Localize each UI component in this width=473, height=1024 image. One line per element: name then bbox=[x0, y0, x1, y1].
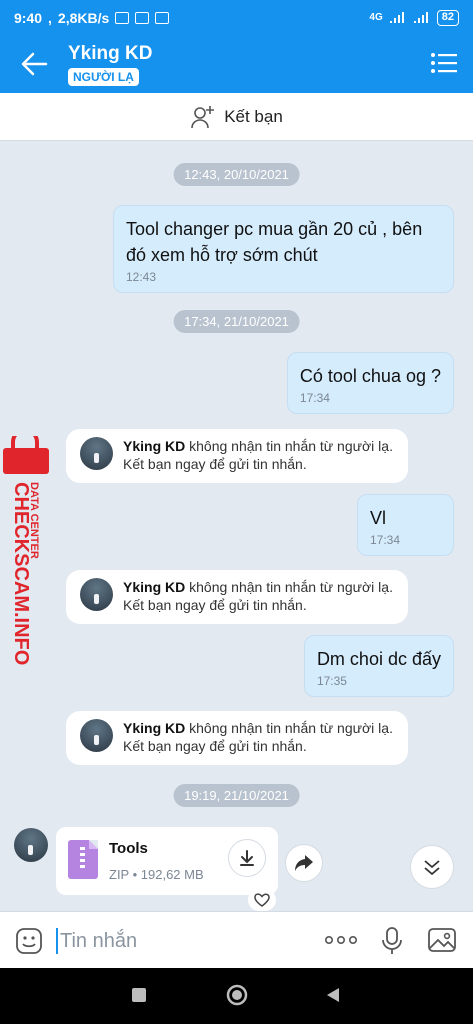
system-nav-bar bbox=[0, 968, 473, 1024]
back-nav-icon[interactable] bbox=[324, 986, 342, 1004]
more-icon[interactable] bbox=[324, 934, 358, 946]
chat-area[interactable]: 12:43, 20/10/2021 Tool changer pc mua gầ… bbox=[0, 141, 473, 911]
app-notification-icon bbox=[155, 11, 170, 24]
sticker-icon[interactable] bbox=[14, 926, 44, 956]
outgoing-message[interactable]: Vl 17:34 bbox=[357, 494, 454, 556]
back-arrow-icon[interactable] bbox=[18, 49, 50, 79]
notice-text: Kết bạn ngay để gửi tin nhắn. bbox=[123, 456, 307, 472]
message-text: đó xem hỗ trợ sớm chút bbox=[126, 245, 318, 265]
timestamp-pill: 19:19, 21/10/2021 bbox=[173, 784, 300, 807]
system-notice: Yking KD không nhận tin nhắn từ người lạ… bbox=[66, 570, 408, 624]
list-menu-icon[interactable] bbox=[431, 52, 457, 74]
notice-name: Yking KD bbox=[123, 438, 186, 454]
react-button[interactable] bbox=[248, 889, 276, 911]
scroll-down-icon bbox=[424, 860, 440, 876]
message-time: 17:35 bbox=[316, 674, 347, 688]
add-friend-icon bbox=[191, 105, 215, 128]
message-notification-icon bbox=[135, 11, 150, 24]
message-input[interactable]: Tin nhắn bbox=[56, 928, 137, 954]
system-notice: Yking KD không nhận tin nhắn từ người lạ… bbox=[66, 429, 408, 483]
message-text: Dm choi dc đấy bbox=[316, 649, 441, 669]
notice-text: không nhận tin nhắn từ người lạ. bbox=[185, 579, 393, 595]
system-notice: Yking KD không nhận tin nhắn từ người lạ… bbox=[66, 711, 408, 765]
status-time: 9:40 bbox=[14, 9, 43, 26]
status-speed: 2,8KB/s bbox=[57, 9, 110, 26]
scroll-to-bottom-button[interactable] bbox=[410, 845, 454, 889]
contact-avatar[interactable] bbox=[14, 828, 48, 862]
notice-name: Yking KD bbox=[123, 720, 186, 736]
file-message[interactable]: Tools ZIP • 192,62 MB bbox=[56, 827, 278, 895]
chat-header: Yking KD NGƯỜI LẠ bbox=[0, 35, 473, 93]
recents-icon[interactable] bbox=[130, 986, 148, 1004]
message-time: 17:34 bbox=[299, 391, 330, 405]
add-friend-bar[interactable]: Kết bạn bbox=[0, 93, 473, 141]
notice-text: không nhận tin nhắn từ người lạ. bbox=[185, 720, 393, 736]
message-input-bar: Tin nhắn bbox=[0, 911, 473, 968]
signal-2-icon bbox=[413, 12, 428, 23]
contact-avatar bbox=[80, 719, 113, 752]
signal-icon bbox=[389, 12, 404, 23]
notification-icon bbox=[115, 11, 130, 24]
timestamp-pill: 17:34, 21/10/2021 bbox=[173, 310, 300, 333]
outgoing-message[interactable]: Có tool chua og ? 17:34 bbox=[286, 352, 454, 414]
message-time: 17:34 bbox=[370, 533, 401, 547]
network-label: 4G bbox=[369, 12, 383, 23]
notice-name: Yking KD bbox=[123, 579, 186, 595]
status-bar: 9:40, 2,8KB/s 4G 82 bbox=[0, 0, 473, 35]
outgoing-message[interactable]: Tool changer pc mua gần 20 củ , bên đó x… bbox=[113, 205, 454, 293]
file-meta: ZIP • 192,62 MB bbox=[109, 867, 204, 882]
message-text: Có tool chua og ? bbox=[299, 366, 441, 386]
contact-avatar bbox=[80, 437, 113, 470]
message-text: Vl bbox=[370, 508, 387, 528]
forward-button[interactable] bbox=[285, 844, 323, 882]
add-friend-label: Kết bạn bbox=[224, 106, 283, 126]
mic-icon[interactable] bbox=[381, 926, 403, 956]
notice-text: Kết bạn ngay để gửi tin nhắn. bbox=[123, 597, 307, 613]
file-name: Tools bbox=[109, 840, 148, 857]
checkscam-watermark: CHECKSCAM.INFO DATA CENTER bbox=[3, 436, 49, 665]
message-time: 12:43 bbox=[126, 270, 157, 284]
stranger-badge: NGƯỜI LẠ bbox=[68, 68, 139, 86]
forward-icon bbox=[295, 855, 313, 871]
download-icon bbox=[240, 850, 254, 866]
message-text: Tool changer pc mua gần 20 củ , bên bbox=[126, 219, 423, 239]
contact-name[interactable]: Yking KD bbox=[68, 43, 152, 65]
heart-icon bbox=[254, 893, 270, 907]
contact-avatar bbox=[80, 578, 113, 611]
notice-text: Kết bạn ngay để gửi tin nhắn. bbox=[123, 738, 307, 754]
watermark-sub-text: DATA CENTER bbox=[28, 482, 40, 559]
download-button[interactable] bbox=[228, 839, 266, 877]
notice-text: không nhận tin nhắn từ người lạ. bbox=[185, 438, 393, 454]
home-icon[interactable] bbox=[225, 983, 249, 1007]
zip-file-icon bbox=[68, 840, 98, 879]
battery-icon: 82 bbox=[436, 9, 459, 26]
image-icon[interactable] bbox=[427, 926, 457, 954]
outgoing-message[interactable]: Dm choi dc đấy 17:35 bbox=[303, 635, 454, 697]
timestamp-pill: 12:43, 20/10/2021 bbox=[173, 163, 300, 186]
